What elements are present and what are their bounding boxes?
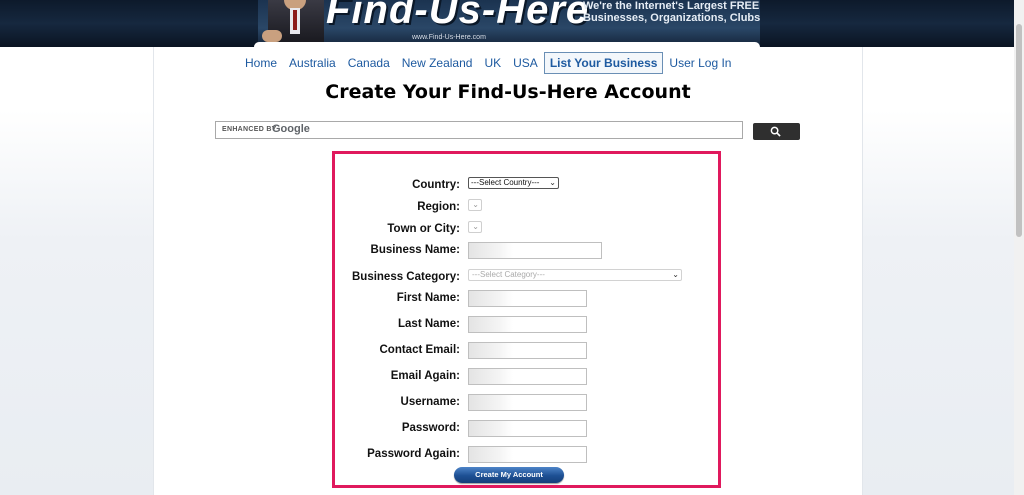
create-account-button[interactable]: Create My Account [454,467,564,483]
search-enhanced-label: ENHANCED BY [222,126,277,133]
email-again-label: Email Again: [390,370,460,382]
chevron-down-icon: ⌄ [672,270,679,279]
row-region: Region: ⌄ [335,198,718,218]
businessman-image [262,0,324,47]
contact-email-input[interactable] [468,342,587,359]
scrollbar-thumb[interactable] [1016,24,1022,237]
nav-user-log-in[interactable]: User Log In [663,52,737,74]
password-again-label: Password Again: [367,448,460,460]
page-title: Create Your Find-Us-Here Account [325,81,691,103]
page-content: Home Australia Canada New Zealand UK USA… [153,47,863,495]
nav-canada[interactable]: Canada [342,52,396,74]
business-name-input[interactable] [468,242,602,259]
row-password-again: Password Again: [335,445,718,465]
row-first-name: First Name: [335,289,718,309]
region-select[interactable]: ⌄ [468,199,482,211]
username-label: Username: [400,396,460,408]
row-business-name: Business Name: [335,241,718,261]
search-button[interactable] [753,123,800,140]
page-scrollbar[interactable] [1014,0,1024,495]
region-label: Region: [417,201,460,213]
chevron-down-icon: ⌄ [549,178,556,187]
search-icon [770,126,781,137]
country-label: Country: [412,179,460,191]
top-nav: Home Australia Canada New Zealand UK USA… [239,50,737,75]
row-contact-email: Contact Email: [335,341,718,361]
password-input[interactable] [468,420,587,437]
business-category-label: Business Category: [351,271,460,283]
site-logo[interactable]: Find-Us-Here [326,0,589,33]
nav-usa[interactable]: USA [507,52,544,74]
last-name-input[interactable] [468,316,587,333]
row-email-again: Email Again: [335,367,718,387]
country-select[interactable]: ---Select Country--- ⌄ [468,177,559,189]
row-country: Country: ---Select Country--- ⌄ [335,176,718,196]
nav-list-your-business[interactable]: List Your Business [543,51,664,74]
row-username: Username: [335,393,718,413]
email-again-input[interactable] [468,368,587,385]
first-name-input[interactable] [468,290,587,307]
username-input[interactable] [468,394,587,411]
first-name-label: First Name: [396,292,460,304]
contact-email-label: Contact Email: [379,344,460,356]
nav-australia[interactable]: Australia [283,52,342,74]
header-banner: Find-Us-Here www.Find-Us-Here.com We're … [0,0,1024,47]
business-category-value: ---Select Category--- [472,270,545,279]
search-input[interactable]: ENHANCED BY Google [215,121,743,139]
tagline-line-1: We're the Internet's Largest FREE G [583,0,760,12]
google-logo: Google [272,123,310,135]
row-business-category: Business Category: ---Select Category---… [335,268,718,288]
town-select[interactable]: ⌄ [468,221,482,233]
nav-new-zealand[interactable]: New Zealand [396,52,479,74]
logo-url: www.Find-Us-Here.com [412,34,486,41]
chevron-down-icon: ⌄ [472,200,479,209]
business-name-label: Business Name: [370,244,460,256]
tagline-line-2: Businesses, Organizations, Clubs a [583,12,760,24]
row-password: Password: [335,419,718,439]
account-form: Country: ---Select Country--- ⌄ Region: … [332,151,721,488]
country-select-value: ---Select Country--- [471,178,540,187]
nav-home[interactable]: Home [239,52,283,74]
town-label: Town or City: [387,223,460,235]
password-label: Password: [401,422,460,434]
last-name-label: Last Name: [398,318,460,330]
nav-uk[interactable]: UK [478,52,507,74]
password-again-input[interactable] [468,446,587,463]
row-town: Town or City: ⌄ [335,220,718,240]
row-last-name: Last Name: [335,315,718,335]
chevron-down-icon: ⌄ [472,222,479,231]
site-tagline: We're the Internet's Largest FREE G Busi… [583,0,760,24]
business-category-select[interactable]: ---Select Category--- ⌄ [468,269,682,281]
